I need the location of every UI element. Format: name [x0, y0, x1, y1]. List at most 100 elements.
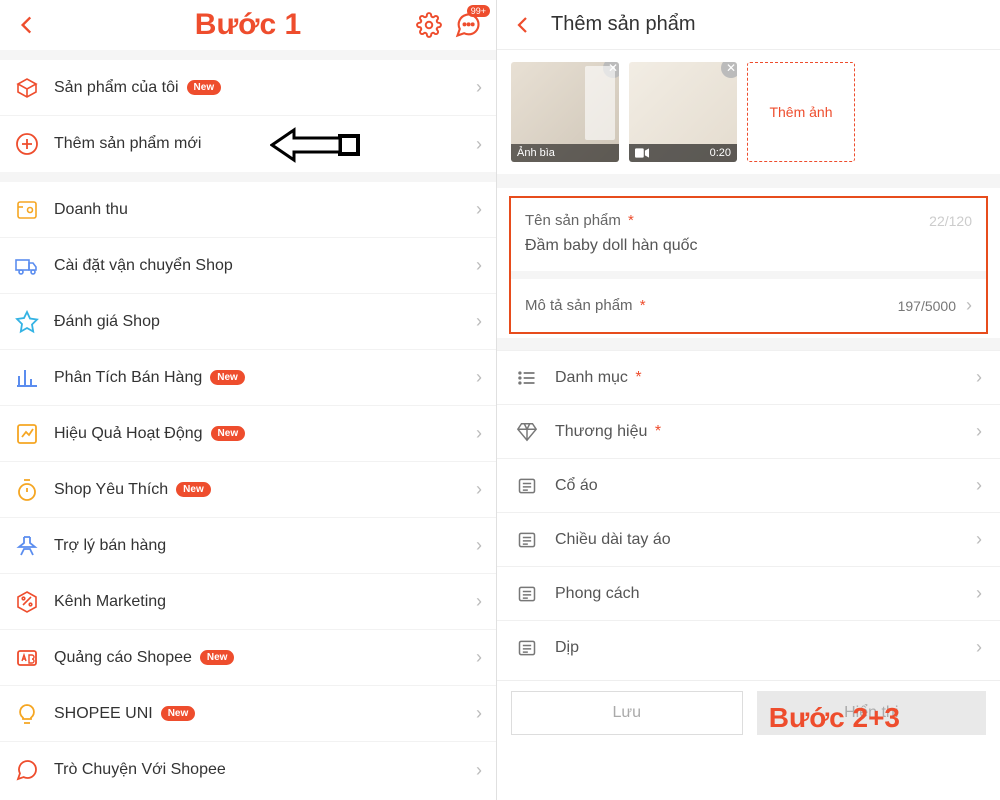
chevron-right-icon: ›	[976, 421, 982, 442]
video-icon	[635, 148, 649, 158]
box-icon	[14, 75, 40, 101]
photo-row: ✕ Ảnh bìa ✕ 0:20 Thêm ảnh	[497, 50, 1000, 174]
step-23-annotation: Bước 2+3	[769, 702, 900, 734]
menu-item-truck[interactable]: Cài đặt vận chuyển Shop ›	[0, 238, 496, 294]
name-counter: 22/120	[929, 213, 972, 229]
cover-photo-label: Ảnh bìa	[511, 144, 619, 162]
chevron-right-icon: ›	[976, 529, 982, 550]
bulb-icon	[14, 701, 40, 727]
chevron-right-icon: ›	[476, 134, 482, 155]
chevron-right-icon: ›	[476, 647, 482, 668]
chevron-right-icon: ›	[976, 637, 982, 658]
timer-icon	[14, 477, 40, 503]
left-header: Bước 1 99+	[0, 0, 496, 50]
attr-row-3[interactable]: Chiều dài tay áo ›	[497, 512, 1000, 566]
menu-item-box[interactable]: Sản phẩm của tôiNew›	[0, 60, 496, 116]
menu-item-plus[interactable]: Thêm sản phẩm mới ›	[0, 116, 496, 172]
attr-row-4[interactable]: Phong cách ›	[497, 566, 1000, 620]
menu-item-chat[interactable]: Trò Chuyện Với Shopee ›	[0, 742, 496, 798]
chat-badge: 99+	[467, 5, 490, 17]
highlighted-fields: Tên sản phẩm * 22/120 Đầm baby doll hàn …	[509, 196, 988, 334]
attr-row-2[interactable]: Cổ áo ›	[497, 458, 1000, 512]
save-button[interactable]: Lưu	[511, 691, 743, 735]
seller-menu-panel: Bước 1 99+ Sản phẩm của tôiNew›Thêm sản …	[0, 0, 497, 800]
chevron-right-icon: ›	[476, 535, 482, 556]
chat-icon	[14, 757, 40, 783]
arrow-annotation	[270, 126, 360, 164]
attr-label: Chiều dài tay áo	[555, 531, 671, 549]
menu-item-bars[interactable]: Phân Tích Bán HàngNew›	[0, 350, 496, 406]
list-icon	[515, 368, 539, 388]
perf-icon	[14, 421, 40, 447]
chevron-right-icon: ›	[476, 199, 482, 220]
menu-item-timer[interactable]: Shop Yêu Thích New ›	[0, 462, 496, 518]
bottom-buttons: Lưu Hiển thị	[497, 680, 1000, 735]
chevron-right-icon: ›	[476, 367, 482, 388]
attr-row-5[interactable]: Dịp ›	[497, 620, 1000, 674]
chevron-right-icon: ›	[476, 77, 482, 98]
attr-label: Thương hiệu *	[555, 423, 661, 441]
product-name-input[interactable]: Đầm baby doll hàn quốc	[511, 237, 986, 271]
new-badge: New	[187, 80, 222, 95]
cover-photo-thumb[interactable]: ✕ Ảnh bìa	[511, 62, 619, 162]
attr-label: Cổ áo	[555, 477, 598, 495]
remove-photo-icon[interactable]: ✕	[603, 62, 619, 78]
menu-label: Cài đặt vận chuyển Shop	[54, 257, 233, 275]
chevron-right-icon: ›	[476, 423, 482, 444]
product-name-label: Tên sản phẩm *	[525, 212, 634, 229]
back-icon[interactable]	[511, 13, 535, 37]
back-icon[interactable]	[14, 12, 40, 38]
menu-label: Trợ lý bán hàng	[54, 537, 166, 555]
new-badge: New	[161, 706, 196, 721]
attr-row-1[interactable]: Thương hiệu * ›	[497, 404, 1000, 458]
product-description-row[interactable]: Mô tả sản phẩm * 197/5000 ›	[511, 279, 986, 332]
new-badge: New	[211, 426, 246, 441]
plus-icon	[14, 131, 40, 157]
assist-icon	[14, 533, 40, 559]
gear-icon[interactable]	[416, 12, 442, 38]
add-photo-button[interactable]: Thêm ảnh	[747, 62, 855, 162]
desc-counter: 197/5000	[898, 298, 956, 314]
note-icon	[515, 638, 539, 658]
menu-label: Thêm sản phẩm mới	[54, 135, 201, 153]
menu-label: Trò Chuyện Với Shopee	[54, 761, 226, 779]
menu-label: Hiệu Quả Hoạt Động	[54, 425, 203, 443]
attr-label: Phong cách	[555, 585, 640, 603]
menu-item-assist[interactable]: Trợ lý bán hàng ›	[0, 518, 496, 574]
attr-label: Danh mục *	[555, 369, 642, 387]
chat-icon[interactable]: 99+	[454, 11, 482, 39]
menu-item-percent[interactable]: Kênh Marketing ›	[0, 574, 496, 630]
note-icon	[515, 584, 539, 604]
menu-item-star[interactable]: Đánh giá Shop ›	[0, 294, 496, 350]
menu-item-perf[interactable]: Hiệu Quả Hoạt Động New ›	[0, 406, 496, 462]
menu-label: Doanh thu	[54, 201, 128, 219]
menu-label: Kênh Marketing	[54, 593, 166, 611]
menu-item-revenue[interactable]: Doanh thu ›	[0, 182, 496, 238]
menu-label: Đánh giá Shop	[54, 313, 160, 331]
revenue-icon	[14, 197, 40, 223]
attr-row-0[interactable]: Danh mục * ›	[497, 350, 1000, 404]
video-thumb[interactable]: ✕ 0:20	[629, 62, 737, 162]
new-badge: New	[176, 482, 211, 497]
chevron-right-icon: ›	[976, 367, 982, 388]
menu-label: Shop Yêu Thích	[54, 481, 168, 499]
chevron-right-icon: ›	[976, 475, 982, 496]
chevron-right-icon: ›	[476, 479, 482, 500]
truck-icon	[14, 253, 40, 279]
chevron-right-icon: ›	[476, 591, 482, 612]
chevron-right-icon: ›	[476, 311, 482, 332]
menu-item-bulb[interactable]: SHOPEE UNI New ›	[0, 686, 496, 742]
menu-item-ad[interactable]: Quảng cáo ShopeeNew›	[0, 630, 496, 686]
chevron-right-icon: ›	[476, 760, 482, 781]
note-icon	[515, 476, 539, 496]
attr-label: Dịp	[555, 639, 579, 657]
bars-icon	[14, 365, 40, 391]
chevron-right-icon: ›	[476, 255, 482, 276]
video-duration: 0:20	[710, 147, 731, 159]
menu-label: Phân Tích Bán Hàng	[54, 369, 202, 387]
remove-video-icon[interactable]: ✕	[721, 62, 737, 78]
menu-label: Quảng cáo Shopee	[54, 649, 192, 667]
menu-label: SHOPEE UNI	[54, 705, 153, 723]
chevron-right-icon: ›	[476, 703, 482, 724]
chevron-right-icon: ›	[976, 583, 982, 604]
